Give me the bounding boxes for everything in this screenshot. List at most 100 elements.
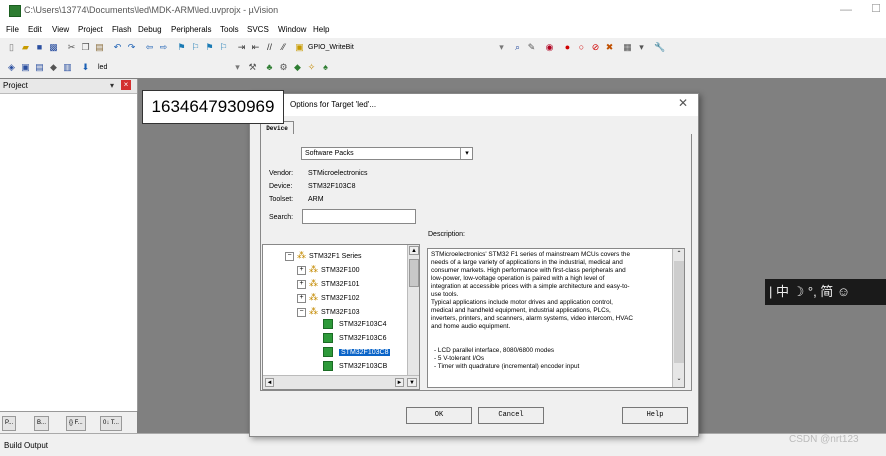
bookmark-icon[interactable]: ⚑	[176, 42, 187, 53]
configure-icon[interactable]: 🔧	[654, 42, 665, 53]
nav-forward-icon[interactable]: ⇨	[158, 42, 169, 53]
find-icon[interactable]: ⌕	[512, 42, 523, 53]
scroll-down-icon[interactable]: ⌄	[674, 375, 684, 384]
pin-icon[interactable]: ▾	[110, 81, 114, 90]
breakpoint-kill-all-icon[interactable]: ✖	[604, 42, 615, 53]
tree-item[interactable]: − ⁂ STM32F103	[297, 305, 360, 317]
breakpoint-disable-all-icon[interactable]: ⊘	[590, 42, 601, 53]
find-in-files-icon[interactable]: ▣	[294, 42, 305, 53]
target-combo[interactable]: led	[95, 61, 245, 74]
menu-project[interactable]: Project	[78, 25, 103, 34]
combo-dropdown-icon[interactable]: ▾	[496, 42, 507, 53]
indent-icon[interactable]: ⇥	[236, 42, 247, 53]
close-panel-icon[interactable]: ×	[121, 80, 131, 90]
menu-svcs[interactable]: SVCS	[247, 25, 269, 34]
menu-tools[interactable]: Tools	[220, 25, 239, 34]
menu-help[interactable]: Help	[313, 25, 329, 34]
tree-item[interactable]: + ⁂ STM32F102	[297, 291, 360, 303]
breakpoint-disable-icon[interactable]: ○	[576, 42, 587, 53]
tree-item-label: STM32F103C8	[339, 349, 391, 356]
layout-dropdown-icon[interactable]: ▾	[636, 42, 647, 53]
build-icon[interactable]: ▣	[20, 62, 31, 73]
window-layout-icon[interactable]: ▦	[622, 42, 633, 53]
manage-components-icon[interactable]: ♠	[320, 62, 331, 73]
tree-item[interactable]: STM32F103C6	[323, 333, 386, 345]
menu-debug[interactable]: Debug	[138, 25, 162, 34]
ime-toolbar[interactable]: | 中 ☽ °, 简 ☺	[765, 279, 886, 305]
tree-item[interactable]: + ⁂ STM32F100	[297, 263, 360, 275]
expand-icon[interactable]: +	[297, 293, 306, 303]
menu-file[interactable]: File	[6, 25, 19, 34]
scroll-thumb[interactable]	[409, 259, 419, 287]
close-icon[interactable]: ✕	[678, 96, 688, 110]
scroll-down-icon[interactable]: ▼	[407, 378, 417, 387]
help-button[interactable]: Help	[622, 407, 688, 424]
target-options-icon[interactable]: ⚒	[247, 62, 258, 73]
uncomment-icon[interactable]: ⁄⁄	[278, 42, 289, 53]
device-tree[interactable]: − ⁂ STM32F1 Series + ⁂ STM32F100 + ⁂ STM32F101…	[262, 244, 420, 390]
tree-item[interactable]: STM32F103C4	[323, 319, 386, 331]
open-folder-icon[interactable]: ▰	[20, 42, 31, 53]
ok-button[interactable]: OK	[406, 407, 472, 424]
incremental-find-icon[interactable]: ✎	[526, 42, 537, 53]
pack-select[interactable]: Software Packs ▾	[301, 147, 473, 160]
tree-item-selected[interactable]: STM32F103C8	[323, 347, 391, 359]
breakpoint-icon[interactable]: ●	[562, 42, 573, 53]
redo-icon[interactable]: ↷	[126, 42, 137, 53]
new-file-icon[interactable]: ▯	[6, 42, 17, 53]
pack-select-dropdown-icon[interactable]: ▾	[460, 148, 473, 159]
tree-item[interactable]: − ⁂ STM32F1 Series	[285, 249, 362, 261]
menu-flash[interactable]: Flash	[112, 25, 132, 34]
search-input[interactable]	[302, 209, 416, 224]
bookmark-prev-icon[interactable]: ⚐	[190, 42, 201, 53]
batch-build-icon[interactable]: ◆	[48, 62, 59, 73]
expand-icon[interactable]: +	[297, 265, 306, 275]
tree-horizontal-scrollbar[interactable]: ◄ ► ▼	[263, 375, 419, 389]
bookmark-clear-icon[interactable]: ⚐	[218, 42, 229, 53]
download-icon[interactable]: ⬇	[80, 62, 91, 73]
scroll-thumb[interactable]	[674, 261, 684, 363]
cut-icon[interactable]: ✂	[66, 42, 77, 53]
scroll-up-icon[interactable]: ⌃	[674, 250, 684, 259]
tab-project[interactable]: P...	[2, 416, 17, 431]
save-icon[interactable]: ■	[34, 42, 45, 53]
select-packs-icon[interactable]: ◆	[292, 62, 303, 73]
comment-icon[interactable]: //	[264, 42, 275, 53]
paste-icon[interactable]: ▤	[94, 42, 105, 53]
scroll-left-icon[interactable]: ◄	[265, 378, 274, 387]
cancel-button[interactable]: Cancel	[478, 407, 544, 424]
target-dropdown-icon[interactable]: ▾	[232, 62, 243, 73]
stop-build-icon[interactable]: ▥	[62, 62, 73, 73]
undo-icon[interactable]: ↶	[112, 42, 123, 53]
expand-icon[interactable]: +	[297, 279, 306, 289]
bookmark-next-icon[interactable]: ⚑	[204, 42, 215, 53]
copy-icon[interactable]: ❐	[80, 42, 91, 53]
tab-books[interactable]: B...	[34, 416, 50, 431]
file-extensions-icon[interactable]: ♣	[264, 62, 275, 73]
tree-item[interactable]: STM32F103CB	[323, 361, 387, 373]
manage-rte-icon[interactable]: ⚙	[278, 62, 289, 73]
tree-item[interactable]: + ⁂ STM32F101	[297, 277, 360, 289]
translate-icon[interactable]: ◈	[6, 62, 17, 73]
minimize-button[interactable]: —	[836, 0, 856, 20]
collapse-icon[interactable]: −	[297, 307, 306, 317]
debug-session-icon[interactable]: ◉	[544, 42, 555, 53]
rebuild-icon[interactable]: ▤	[34, 62, 45, 73]
description-scrollbar[interactable]: ⌃ ⌄	[672, 249, 684, 387]
tab-functions[interactable]: {} F...	[66, 416, 86, 431]
menu-edit[interactable]: Edit	[28, 25, 42, 34]
tree-vertical-scrollbar[interactable]: ▲	[407, 245, 419, 375]
tab-templates[interactable]: 0↓ T...	[100, 416, 122, 431]
menu-peripherals[interactable]: Peripherals	[171, 25, 211, 34]
menu-window[interactable]: Window	[278, 25, 306, 34]
scroll-up-icon[interactable]: ▲	[409, 246, 419, 255]
save-all-icon[interactable]: ▩	[48, 42, 59, 53]
unindent-icon[interactable]: ⇤	[250, 42, 261, 53]
nav-back-icon[interactable]: ⇦	[144, 42, 155, 53]
pack-installer-icon[interactable]: ✧	[306, 62, 317, 73]
maximize-button[interactable]: ☐	[866, 0, 886, 20]
function-combo[interactable]: GPIO_WriteBit	[305, 41, 387, 54]
collapse-icon[interactable]: −	[285, 251, 294, 261]
menu-view[interactable]: View	[52, 25, 69, 34]
scroll-right-icon[interactable]: ►	[395, 378, 404, 387]
